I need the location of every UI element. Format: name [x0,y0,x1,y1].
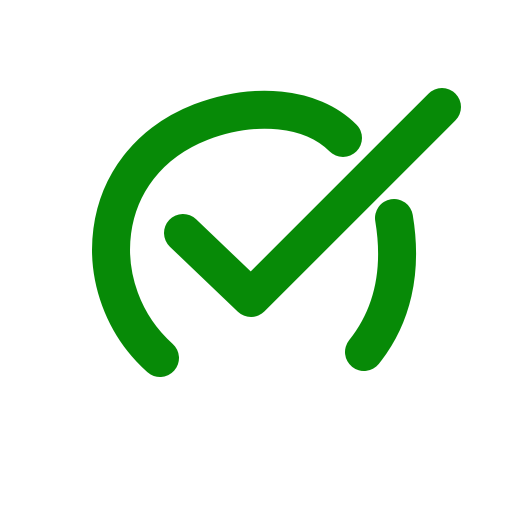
gauge-arc-right [345,199,417,371]
check-gauge-icon [0,0,512,512]
icon-canvas [0,0,512,512]
